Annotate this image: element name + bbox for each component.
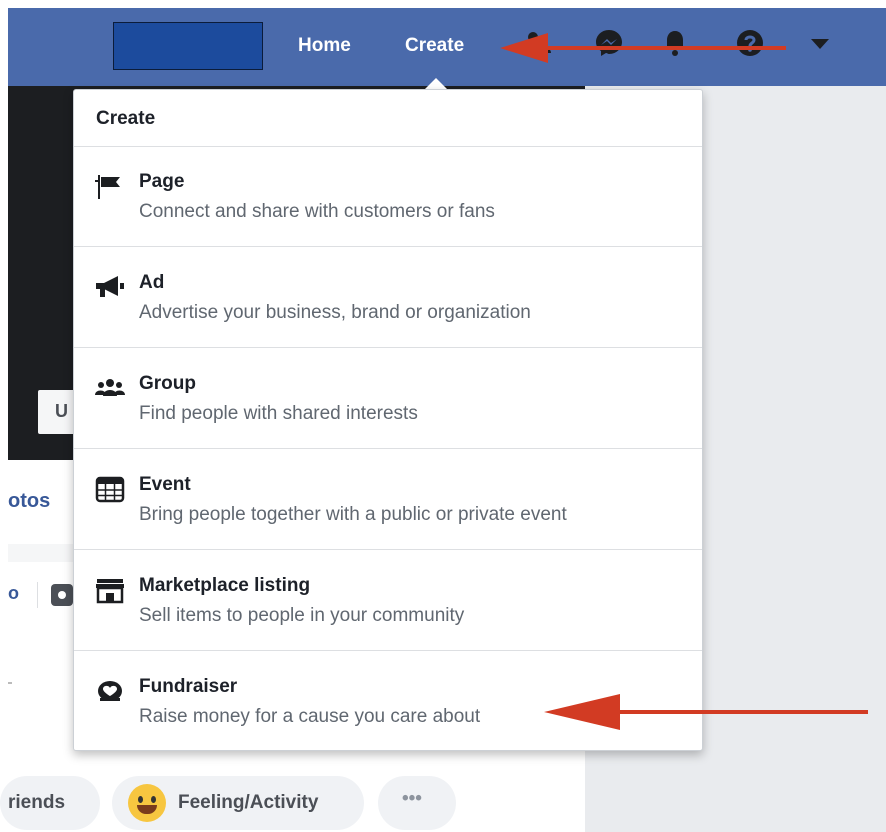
menu-item-description: Raise money for a cause you care about: [139, 706, 481, 727]
nav-home-link[interactable]: Home: [298, 35, 351, 57]
composer-fragment-mark: [8, 682, 12, 684]
nav-create-link[interactable]: Create: [405, 35, 464, 57]
annotation-arrow-fundraiser: [544, 694, 868, 730]
fundraiser-icon: [98, 681, 122, 701]
menu-item-title: Fundraiser: [139, 676, 238, 697]
search-box-redacted[interactable]: [113, 22, 263, 70]
annotation-arrow-create: [500, 33, 786, 63]
flag-icon: [95, 175, 120, 199]
menu-item-title: Ad: [139, 272, 165, 293]
menu-item-description: Find people with shared interests: [139, 403, 418, 424]
menu-item-page[interactable]: Page Connect and share with customers or…: [74, 146, 702, 247]
cover-update-button-label: U: [55, 401, 68, 421]
menu-item-event[interactable]: Event Bring people together with a publi…: [74, 449, 702, 550]
menu-item-ad[interactable]: Ad Advertise your business, brand or org…: [74, 247, 702, 348]
storefront-icon: [96, 579, 124, 604]
camera-icon[interactable]: [51, 584, 73, 606]
tag-friends-label: riends: [8, 792, 66, 813]
menu-item-title: Marketplace listing: [139, 575, 311, 596]
menu-header-title: Create: [96, 108, 156, 129]
group-icon: [95, 379, 125, 396]
menu-item-description: Bring people together with a public or p…: [139, 504, 567, 525]
more-options-label: •••: [402, 788, 422, 809]
megaphone-icon: [96, 276, 124, 297]
menu-item-title: Page: [139, 171, 185, 192]
menu-item-description: Sell items to people in your community: [139, 605, 465, 626]
left-margin: [0, 0, 8, 832]
account-caret-icon[interactable]: [809, 37, 831, 51]
feeling-activity-label: Feeling/Activity: [178, 792, 319, 813]
menu-pointer: [425, 78, 447, 89]
menu-item-description: Advertise your business, brand or organi…: [139, 302, 531, 323]
tab-photos[interactable]: otos: [8, 490, 50, 513]
menu-item-marketplace-listing[interactable]: Marketplace listing Sell items to people…: [74, 550, 702, 651]
create-dropdown-menu: Create Page Connect and share with custo…: [73, 89, 703, 751]
composer-tab-fragment[interactable]: o: [8, 583, 19, 604]
cover-update-button[interactable]: U: [38, 390, 78, 434]
menu-header: Create: [74, 90, 702, 147]
menu-item-description: Connect and share with customers or fans: [139, 201, 495, 222]
menu-item-title: Group: [139, 373, 196, 394]
menu-item-title: Event: [139, 474, 191, 495]
calendar-icon: [95, 476, 125, 503]
menu-item-group[interactable]: Group Find people with shared interests: [74, 348, 702, 449]
composer-divider: [37, 582, 38, 608]
smiley-emoji-icon: [128, 784, 166, 822]
